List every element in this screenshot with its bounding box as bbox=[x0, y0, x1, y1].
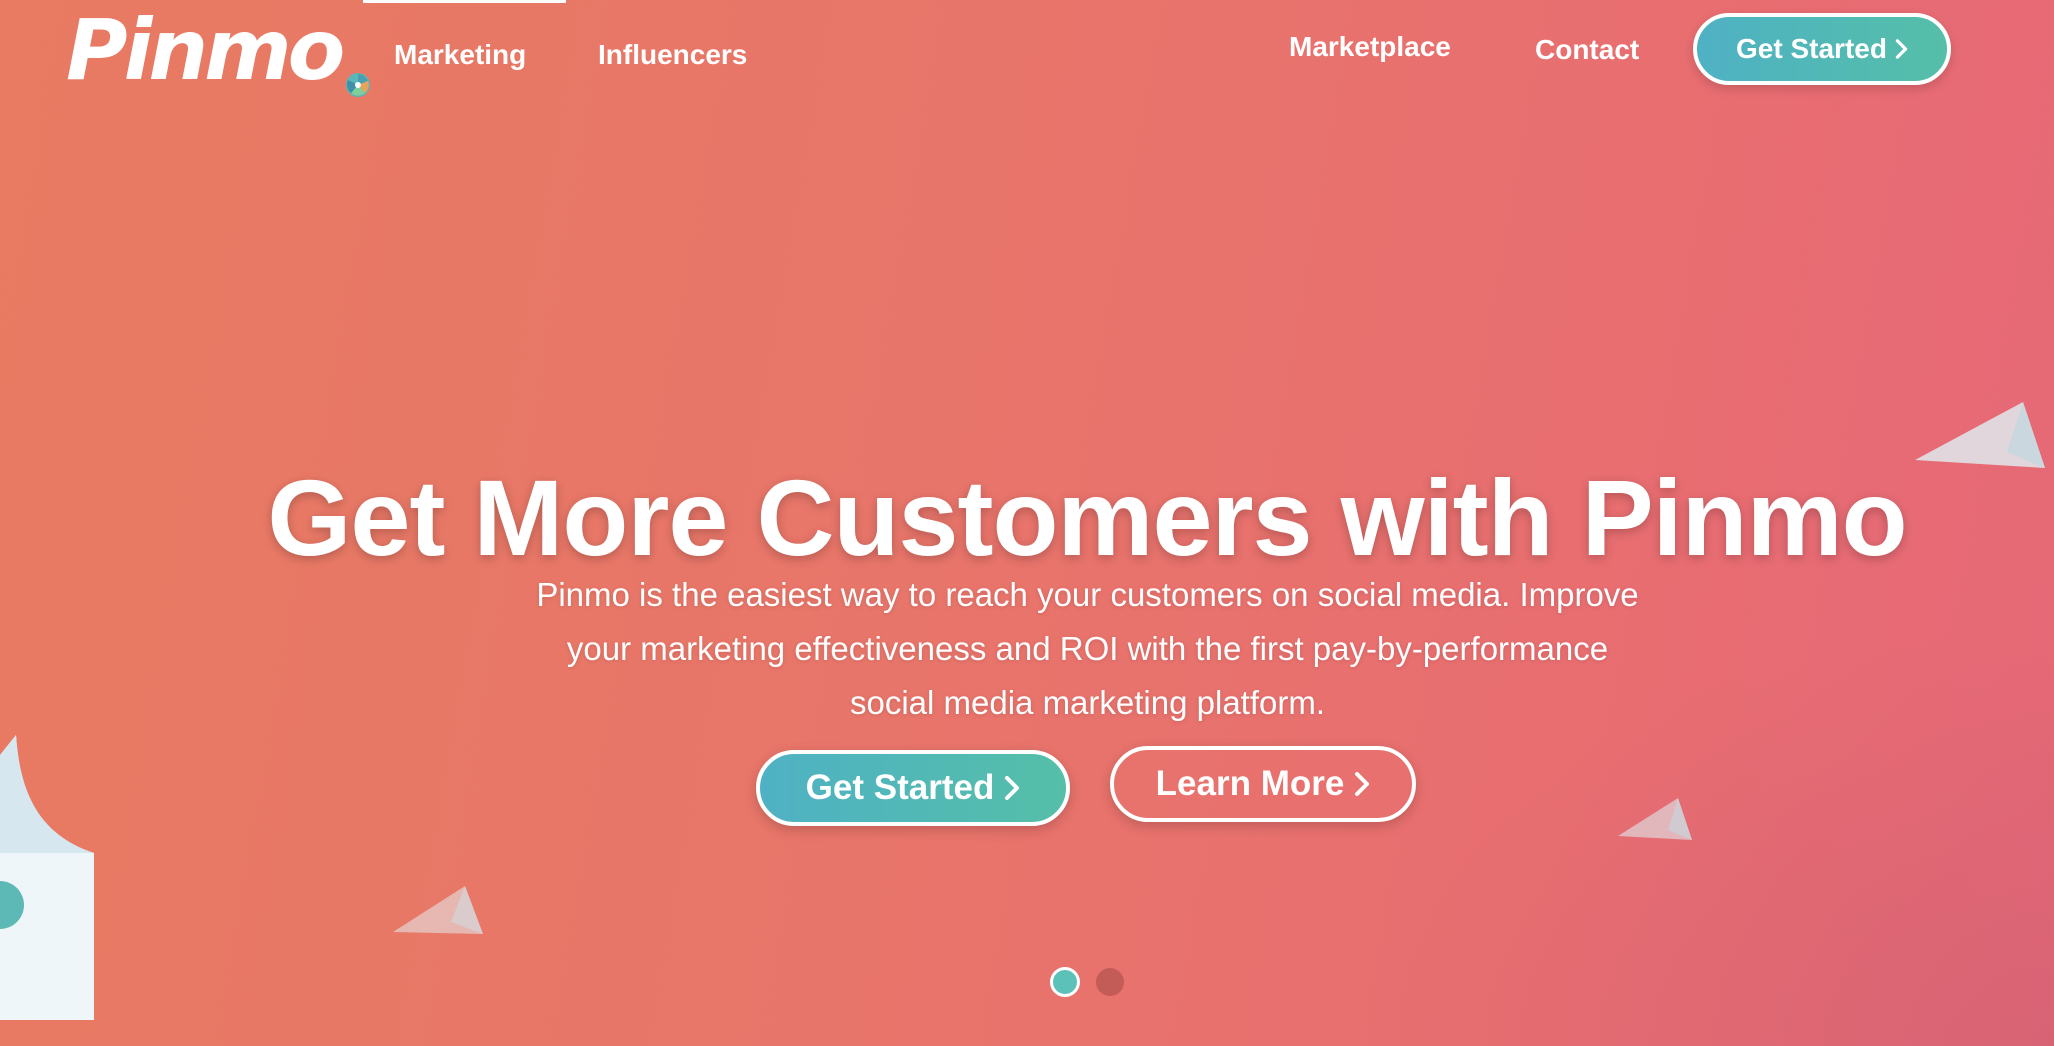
logo[interactable]: Pinmo bbox=[66, 2, 371, 98]
nav-get-started-button[interactable]: Get Started bbox=[1693, 13, 1951, 85]
paper-plane-icon bbox=[393, 886, 483, 934]
hero-learn-more-button[interactable]: Learn More bbox=[1110, 746, 1416, 822]
hero-get-started-label: Get Started bbox=[805, 768, 995, 807]
nav-link-marketplace[interactable]: Marketplace bbox=[1289, 31, 1451, 63]
chevron-right-icon bbox=[1355, 772, 1370, 796]
chevron-right-icon bbox=[1895, 39, 1908, 59]
hero-subtitle: Pinmo is the easiest way to reach your c… bbox=[536, 576, 1639, 721]
hero-get-started-button[interactable]: Get Started bbox=[756, 750, 1070, 826]
hero-title: Get More Customers with Pinmo bbox=[267, 457, 1907, 578]
chevron-right-icon bbox=[1005, 776, 1020, 800]
carousel-dot-1[interactable] bbox=[1050, 967, 1080, 997]
hero-learn-more-label: Learn More bbox=[1155, 764, 1345, 803]
carousel-dot-2[interactable] bbox=[1096, 968, 1124, 996]
nav-link-influencers[interactable]: Influencers bbox=[598, 39, 747, 71]
nav-link-contact[interactable]: Contact bbox=[1535, 34, 1639, 66]
paper-plane-icon bbox=[1618, 798, 1692, 840]
logo-spiral-icon bbox=[346, 73, 371, 97]
nav-get-started-label: Get Started bbox=[1736, 33, 1887, 64]
active-nav-indicator bbox=[363, 0, 566, 3]
phone-illustration bbox=[0, 735, 94, 1020]
logo-text: Pinmo bbox=[66, 1, 345, 99]
nav-link-marketing[interactable]: Marketing bbox=[394, 39, 526, 71]
